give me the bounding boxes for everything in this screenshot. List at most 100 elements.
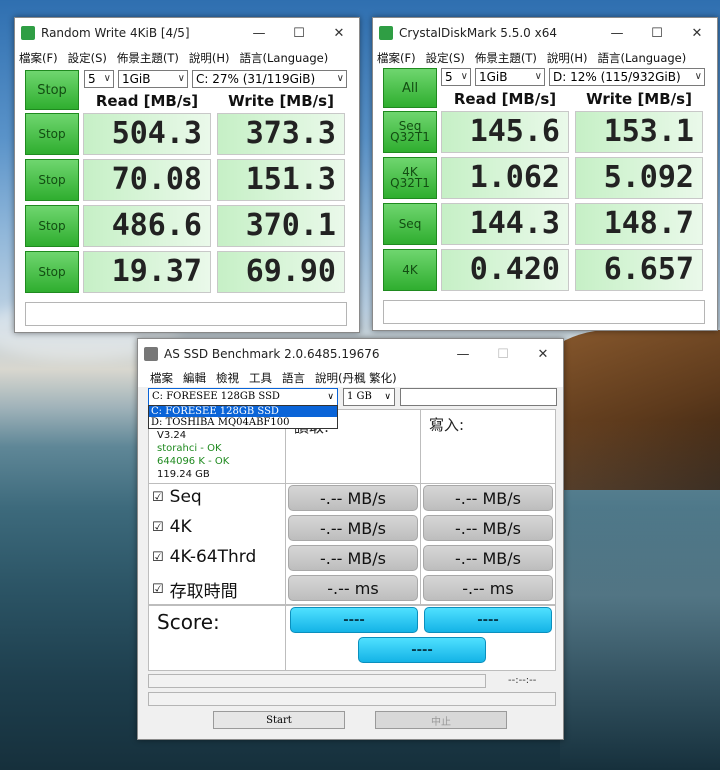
start-button[interactable]: Start	[213, 711, 345, 729]
test-4k64-checkbox[interactable]: ☑ 4K-64Thrd	[152, 547, 256, 567]
close-button[interactable]: ✕	[319, 18, 359, 48]
chevron-down-icon: ∨	[694, 71, 702, 82]
stop-all-button[interactable]: Stop	[25, 70, 79, 110]
drive-select[interactable]: C: FORESEE 128GB SSD ∨	[148, 388, 338, 406]
test-4-button[interactable]: Stop	[25, 251, 79, 293]
menu-file[interactable]: 檔案(F)	[377, 50, 416, 66]
write-header-panel: 寫入:	[420, 409, 556, 484]
write-value-1: 153.1	[575, 111, 703, 153]
menu-settings[interactable]: 設定(S)	[68, 50, 107, 66]
read-header: Read [MB/s]	[95, 92, 199, 110]
drive-option-d[interactable]: D: TOSHIBA MQ04ABF100	[149, 417, 337, 428]
drive-value: D: 12% (115/932GiB)	[553, 70, 681, 84]
drive-value: C: FORESEE 128GB SSD	[152, 391, 280, 402]
cdm-body: All 5 ∨ 1GiB ∨ D: 12% (115/932GiB) ∨ Read […	[373, 68, 717, 330]
4k-write-result: -.-- MB/s	[423, 515, 553, 541]
abort-button[interactable]: 中止	[375, 711, 507, 729]
test-access-time-checkbox[interactable]: ☑ 存取時間	[152, 577, 238, 602]
comment-field[interactable]	[383, 300, 705, 324]
test-2-button[interactable]: Stop	[25, 159, 79, 201]
read-header: Read [MB/s]	[453, 90, 557, 108]
sea-reflection	[560, 420, 720, 770]
chevron-down-icon: ∨	[534, 71, 542, 82]
test-4k-checkbox[interactable]: ☑ 4K	[152, 517, 192, 537]
maximize-button[interactable]: ☐	[483, 339, 523, 369]
drive-select[interactable]: D: 12% (115/932GiB) ∨	[549, 68, 705, 86]
read-value-1: 145.6	[441, 111, 569, 153]
minimize-button[interactable]: —	[443, 339, 483, 369]
progress-bar	[148, 674, 486, 688]
count-value: 5	[445, 70, 453, 84]
seq-q32t1-button[interactable]: Seq Q32T1	[383, 111, 437, 153]
test-label: 4K-64Thrd	[169, 547, 257, 567]
seq-button[interactable]: Seq	[383, 203, 437, 245]
close-button[interactable]: ✕	[677, 18, 717, 48]
test-seq-checkbox[interactable]: ☑ Seq	[152, 487, 202, 507]
drive-value: C: 27% (31/119GiB)	[196, 72, 316, 86]
size-select[interactable]: 1 GB ∨	[343, 388, 395, 406]
write-header: 寫入:	[429, 416, 465, 434]
score-read: ----	[290, 607, 418, 633]
menu-settings[interactable]: 設定(S)	[426, 50, 465, 66]
write-header: Write [MB/s]	[586, 90, 692, 108]
size-select[interactable]: 1GiB ∨	[475, 68, 545, 86]
maximize-button[interactable]: ☐	[279, 18, 319, 48]
menu-language[interactable]: 語言(Language)	[240, 50, 329, 66]
menu-help[interactable]: 說明(H)	[547, 50, 588, 66]
write-value-3: 370.1	[217, 205, 345, 247]
4k64-read-result: -.-- MB/s	[288, 545, 418, 571]
test-3-button[interactable]: Stop	[25, 205, 79, 247]
checkbox-checked-icon: ☑	[152, 519, 164, 535]
window-title: Random Write 4KiB [4/5]	[41, 26, 190, 40]
size-value: 1 GB	[347, 391, 372, 402]
write-value-1: 373.3	[217, 113, 345, 155]
menu-edit[interactable]: 編輯	[183, 370, 206, 386]
title-bar: AS SSD Benchmark 2.0.6485.19676 — ☐ ✕	[138, 339, 563, 369]
cdm-body: Stop 5 ∨ 1GiB ∨ C: 27% (31/119GiB) ∨ Read […	[15, 70, 359, 332]
read-value-2: 70.08	[83, 159, 211, 201]
write-value-4: 6.657	[575, 249, 703, 291]
read-value-4: 19.37	[83, 251, 211, 293]
menu-help[interactable]: 說明(H)	[189, 50, 230, 66]
size-select[interactable]: 1GiB ∨	[118, 70, 188, 88]
drive-option-c[interactable]: C: FORESEE 128GB SSD	[149, 406, 337, 417]
access-read-result: -.-- ms	[288, 575, 418, 601]
comment-field[interactable]	[25, 302, 347, 326]
menu-bar: 檔案(F) 設定(S) 佈景主題(T) 說明(H) 語言(Language)	[373, 48, 717, 68]
size-value: 1GiB	[122, 72, 151, 86]
count-select[interactable]: 5 ∨	[441, 68, 471, 86]
4k-button[interactable]: 4K	[383, 249, 437, 291]
read-value-4: 0.420	[441, 249, 569, 291]
minimize-button[interactable]: —	[239, 18, 279, 48]
status-field[interactable]	[400, 388, 557, 406]
read-value-2: 1.062	[441, 157, 569, 199]
drive-dropdown-list: C: FORESEE 128GB SSD D: TOSHIBA MQ04ABF1…	[148, 405, 338, 429]
4k-q32t1-button[interactable]: 4K Q32T1	[383, 157, 437, 199]
test-label: Seq	[169, 487, 202, 507]
menu-theme[interactable]: 佈景主題(T)	[475, 50, 537, 66]
menu-view[interactable]: 檢視	[216, 370, 239, 386]
minimize-button[interactable]: —	[597, 18, 637, 48]
maximize-button[interactable]: ☐	[637, 18, 677, 48]
progress-bar-total	[148, 692, 556, 706]
all-button[interactable]: All	[383, 68, 437, 108]
checkbox-checked-icon: ☑	[152, 549, 164, 565]
title-bar: CrystalDiskMark 5.5.0 x64 — ☐ ✕	[373, 18, 717, 48]
menu-file[interactable]: 檔案	[150, 370, 173, 386]
menu-help[interactable]: 說明(丹楓 繁化)	[315, 370, 397, 386]
menu-bar: 檔案(F) 設定(S) 佈景主題(T) 說明(H) 語言(Language)	[15, 48, 359, 68]
score-label-panel: Score:	[148, 605, 286, 671]
score-label: Score:	[157, 610, 220, 634]
menu-language[interactable]: 語言(Language)	[598, 50, 687, 66]
read-value-3: 144.3	[441, 203, 569, 245]
menu-theme[interactable]: 佈景主題(T)	[117, 50, 179, 66]
test-1-button[interactable]: Stop	[25, 113, 79, 155]
menu-language[interactable]: 語言	[282, 370, 305, 386]
menu-tools[interactable]: 工具	[249, 370, 272, 386]
crystaldiskmark-icon	[21, 26, 35, 40]
write-header: Write [MB/s]	[228, 92, 334, 110]
close-button[interactable]: ✕	[523, 339, 563, 369]
count-select[interactable]: 5 ∨	[84, 70, 114, 88]
menu-file[interactable]: 檔案(F)	[19, 50, 58, 66]
drive-select[interactable]: C: 27% (31/119GiB) ∨	[192, 70, 347, 88]
